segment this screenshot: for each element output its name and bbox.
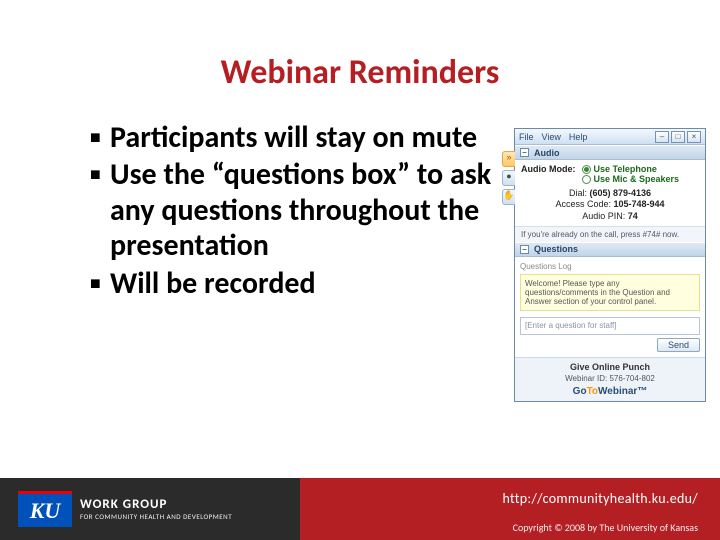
bullet-item: ▪ Use the “questions box” to ask any que… [90,157,510,263]
dial-number: (605) 879-4136 [589,188,651,198]
slide-title: Webinar Reminders [0,52,720,93]
panel-footer: Give Online Punch Webinar ID: 576-704-80… [515,357,705,401]
footer-copyright: Copyright © 2008 by The University of Ka… [513,521,698,534]
mic-icon[interactable]: ● [502,170,515,186]
gotowebinar-logo: GoToWebinar™ [519,386,701,397]
radio-phone-label: Use Telephone [594,164,657,174]
access-code-label: Access Code: [555,199,611,209]
radio-use-telephone[interactable]: Use Telephone [582,164,680,174]
bullet-marker: ▪ [90,157,110,263]
brand-go: Go [573,386,587,397]
collapse-box-icon[interactable]: – [520,245,529,254]
footer-red-bar: http://communityhealth.ku.edu/ Copyright… [300,478,720,540]
bullet-text: Will be recorded [110,266,510,301]
window-maximize-icon[interactable]: □ [671,131,685,143]
panel-side-grab: » ● ✋ [502,151,515,205]
audio-pin-label: Audio PIN: [582,211,625,221]
dial-label: Dial: [569,188,587,198]
window-minimize-icon[interactable]: – [655,131,669,143]
audio-mode-label: Audio Mode: [521,164,576,184]
questions-section-header[interactable]: – Questions [515,242,705,257]
access-code-value: 105-748-944 [614,199,665,209]
radio-mic-label: Use Mic & Speakers [594,174,680,184]
collapse-box-icon[interactable]: – [520,148,529,157]
questions-header-label: Questions [534,244,578,254]
collapse-icon[interactable]: » [502,151,515,167]
radio-use-mic[interactable]: Use Mic & Speakers [582,174,680,184]
ku-logo: KU WORK GROUP FOR COMMUNITY HEALTH AND D… [18,491,232,527]
gotowebinar-panel: » ● ✋ File View Help – □ × – Audio Audio… [514,128,706,402]
bullet-item: ▪ Will be recorded [90,266,510,301]
audio-pin-value: 74 [628,211,638,221]
window-close-icon[interactable]: × [687,131,701,143]
audio-hint: If you're already on the call, press #74… [515,226,705,242]
dial-info: Dial: (605) 879-4136 Access Code: 105-74… [521,188,699,222]
send-button[interactable]: Send [657,338,700,352]
panel-titlebar: File View Help – □ × [515,129,705,145]
questions-log-label: Questions Log [520,262,700,271]
menu-file[interactable]: File [519,132,534,142]
question-input[interactable]: [Enter a question for staff] [520,317,700,335]
slide-footer: KU WORK GROUP FOR COMMUNITY HEALTH AND D… [0,478,720,540]
footer-logo-area: KU WORK GROUP FOR COMMUNITY HEALTH AND D… [0,478,300,540]
questions-welcome-msg: Welcome! Please type any questions/comme… [520,274,700,311]
audio-section-header[interactable]: – Audio [515,145,705,160]
hand-raise-icon[interactable]: ✋ [502,189,515,205]
menu-help[interactable]: Help [569,132,588,142]
bullet-marker: ▪ [90,266,110,301]
audio-section-body: Audio Mode: Use Telephone Use Mic & Spea… [515,160,705,226]
footer-url: http://communityhealth.ku.edu/ [502,490,698,507]
logo-line1: WORK GROUP [80,498,232,511]
brand-webinar: Webinar™ [598,386,647,397]
bullet-item: ▪ Participants will stay on mute [90,120,510,155]
questions-section-body: Questions Log Welcome! Please type any q… [515,257,705,357]
audio-header-label: Audio [534,148,560,158]
bullet-list: ▪ Participants will stay on mute ▪ Use t… [90,120,510,303]
give-online-punch[interactable]: Give Online Punch [519,362,701,372]
webinar-id-value: 576-704-802 [609,374,654,383]
menu-view[interactable]: View [542,132,561,142]
brand-to: To [587,386,598,397]
logo-line2: FOR COMMUNITY HEALTH AND DEVELOPMENT [80,513,232,520]
bullet-text: Use the “questions box” to ask any quest… [110,157,510,263]
radio-dot-icon [582,165,591,174]
bullet-text: Participants will stay on mute [110,120,510,155]
ku-mark-icon: KU [18,491,72,527]
bullet-marker: ▪ [90,120,110,155]
radio-dot-icon [582,175,591,184]
webinar-id-label: Webinar ID: [565,374,607,383]
